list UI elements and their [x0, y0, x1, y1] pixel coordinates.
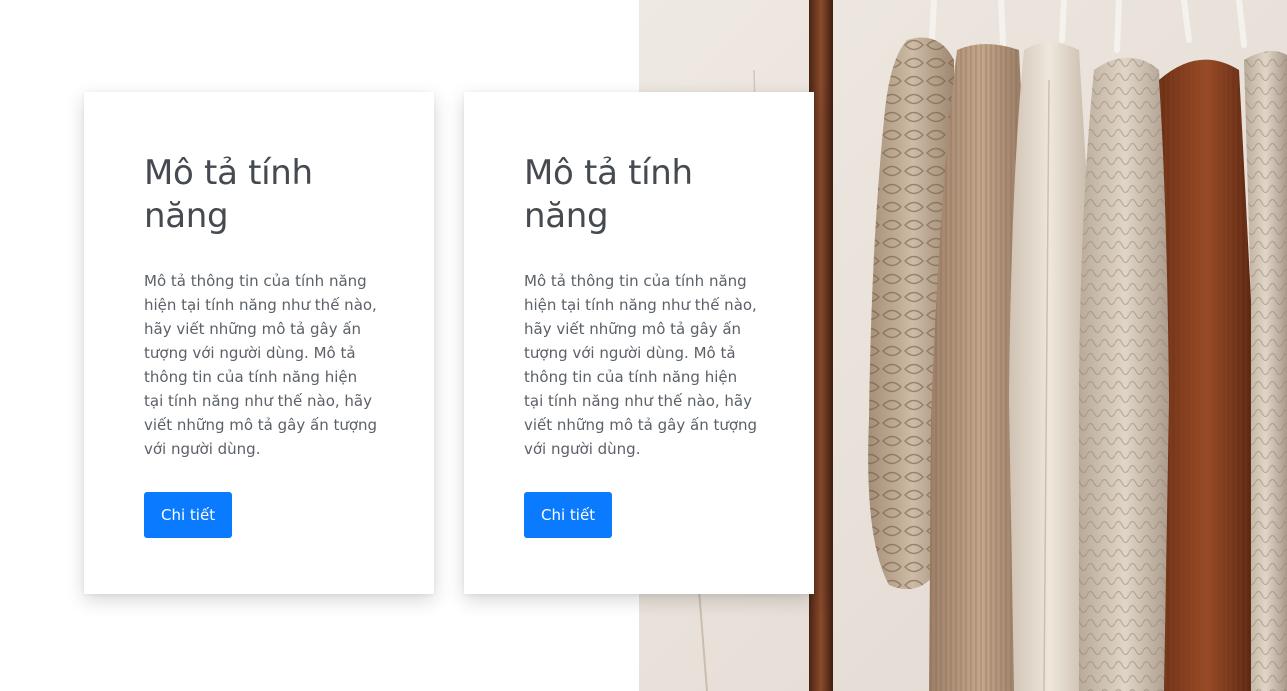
feature-card-title: Mô tả tính năng — [524, 153, 693, 236]
feature-card-title: Mô tả tính năng — [144, 153, 313, 236]
details-button[interactable]: Chi tiết — [524, 492, 613, 538]
feature-card-description: Mô tả thông tin của tính năng hiện tại t… — [524, 272, 758, 458]
feature-card: Mô tả tính năng Mô tả thông tin của tính… — [84, 92, 434, 594]
feature-card: Mô tả tính năng Mô tả thông tin của tính… — [464, 92, 814, 594]
feature-card-description: Mô tả thông tin của tính năng hiện tại t… — [144, 272, 378, 458]
feature-section: Mô tả tính năng Mô tả thông tin của tính… — [0, 0, 1287, 691]
details-button[interactable]: Chi tiết — [144, 492, 233, 538]
